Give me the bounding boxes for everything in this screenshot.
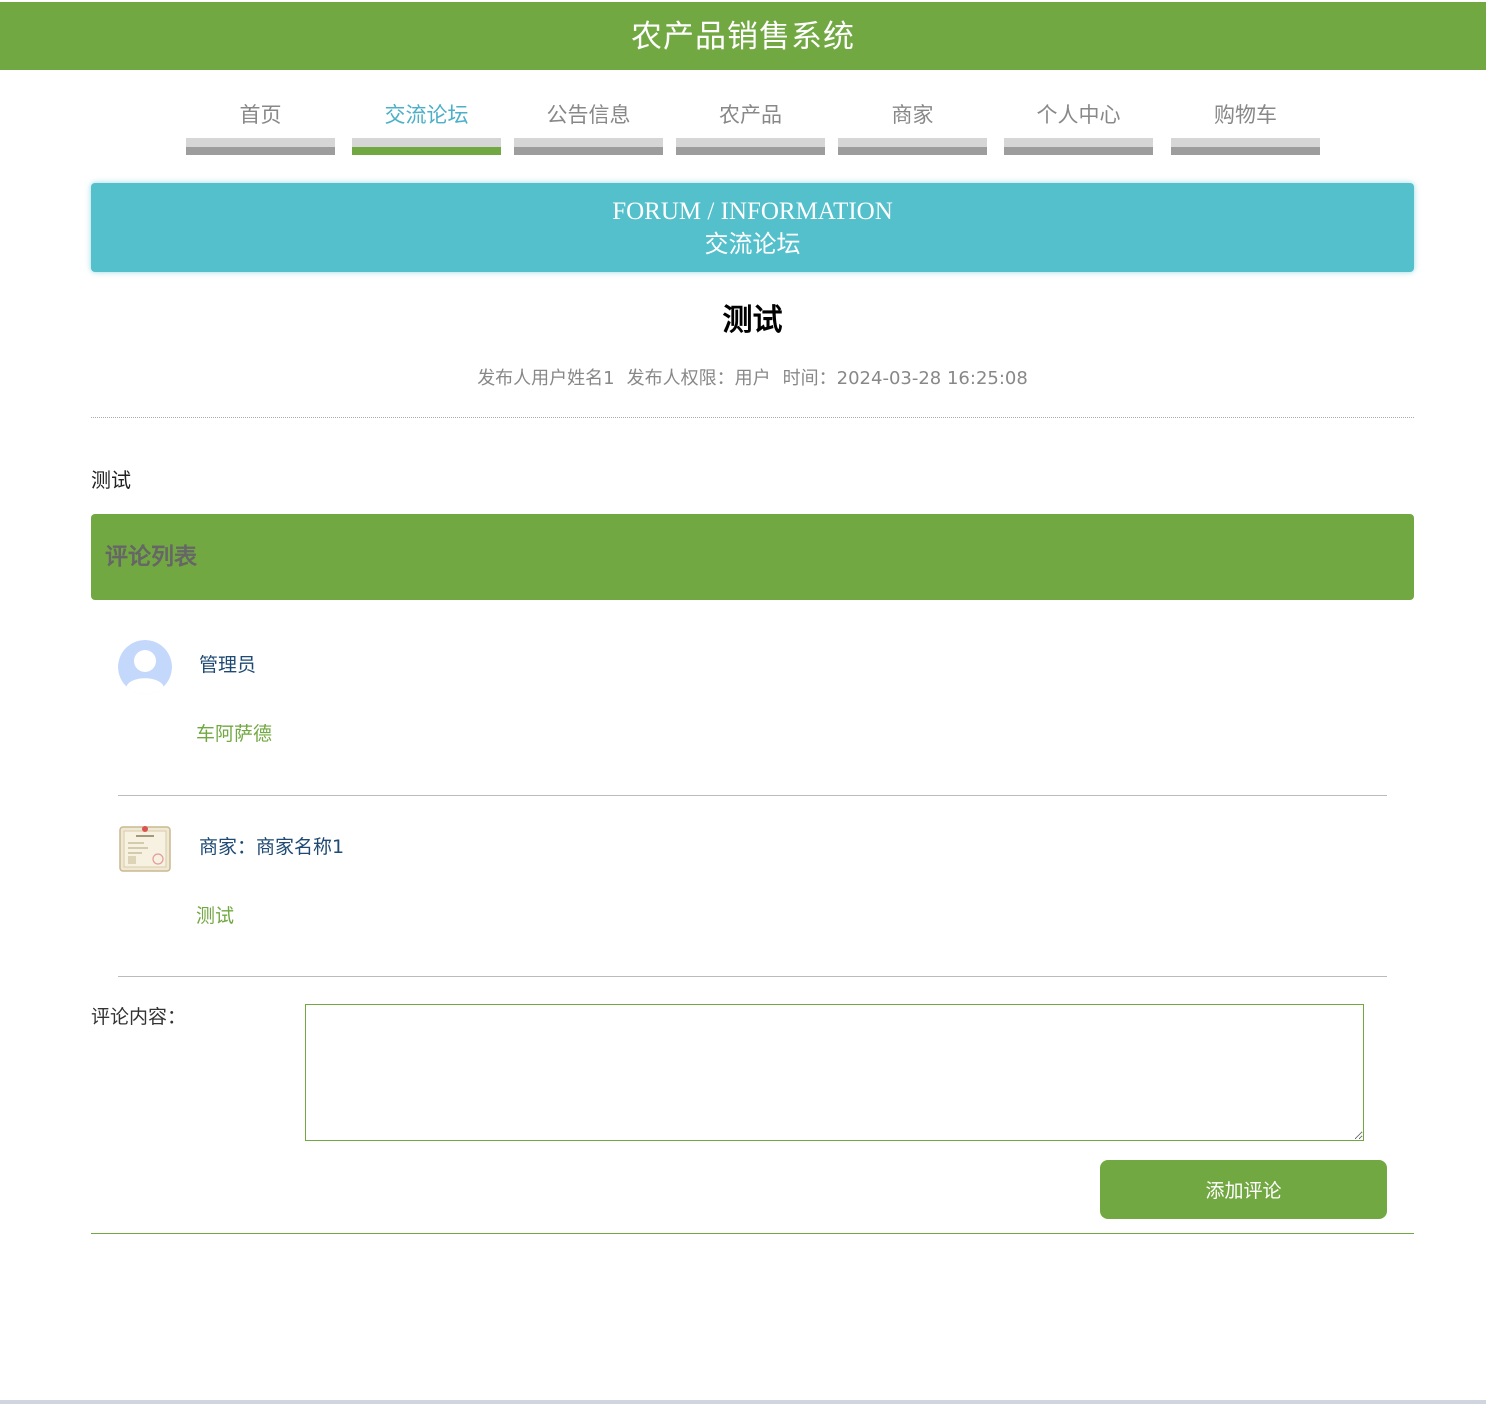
post-divider [91,417,1414,418]
nav-item-label: 公告信息 [546,103,631,127]
comment-text: 测试 [196,905,235,927]
nav-item-products[interactable]: 农产品 [676,95,825,157]
post-title: 测试 [722,303,783,338]
nav-item-underline [676,138,825,155]
nav-item-cart[interactable]: 购物车 [1171,95,1320,157]
nav-item-label: 商家 [891,103,934,127]
nav-item-forum[interactable]: 交流论坛 [352,95,501,157]
comment-text: 车阿萨德 [196,723,273,745]
add-comment-button[interactable]: 添加评论 [1100,1160,1387,1219]
comment-author: 商家：商家名称1 [199,836,345,858]
banner-chinese-title: 交流论坛 [704,230,801,258]
form-divider [91,1233,1414,1234]
nav-item-underline [186,138,335,155]
nav-item-notices[interactable]: 公告信息 [514,95,663,157]
nav-item-underline [1004,138,1153,155]
comments-header: 评论列表 [91,514,1414,600]
nav-item-profile[interactable]: 个人中心 [1004,95,1153,157]
nav-item-label: 个人中心 [1036,103,1121,127]
nav-item-label: 首页 [239,103,282,127]
comment-item: 管理员 车阿萨德 [118,640,1387,796]
post-content: 测试 [91,468,131,492]
nav-item-label: 购物车 [1214,103,1277,127]
comment-input[interactable] [305,1004,1364,1141]
site-title: 农产品销售系统 [631,19,855,55]
certificate-avatar-icon [118,822,172,876]
post-time: 时间：2024-03-28 16:25:08 [782,368,1028,389]
post-author: 发布人用户姓名1 [477,368,615,389]
main-nav: 首页 交流论坛 公告信息 农产品 商家 个人中心 购物车 [0,95,1486,157]
post-meta: 发布人用户姓名1 发布人权限：用户 时间：2024-03-28 16:25:08 [0,367,1486,391]
nav-item-underline [352,138,501,155]
nav-item-underline [514,138,663,155]
comment-author: 管理员 [199,654,257,676]
page-bottom-border [0,1400,1486,1404]
nav-item-underline [1171,138,1320,155]
comments-header-title: 评论列表 [105,544,197,570]
nav-item-label: 交流论坛 [384,103,469,127]
comment-item: 商家：商家名称1 测试 [118,822,1387,977]
top-header: 农产品销售系统 [0,2,1486,70]
section-banner: FORUM / INFORMATION 交流论坛 [91,183,1414,272]
comment-form-label: 评论内容： [91,1006,187,1028]
nav-item-underline [838,138,987,155]
post-role: 发布人权限：用户 [626,368,771,389]
banner-english-title: FORUM / INFORMATION [612,198,893,225]
nav-item-merchants[interactable]: 商家 [838,95,987,157]
nav-item-label: 农产品 [719,103,782,127]
user-avatar-icon [118,640,172,694]
nav-item-home[interactable]: 首页 [186,95,335,157]
